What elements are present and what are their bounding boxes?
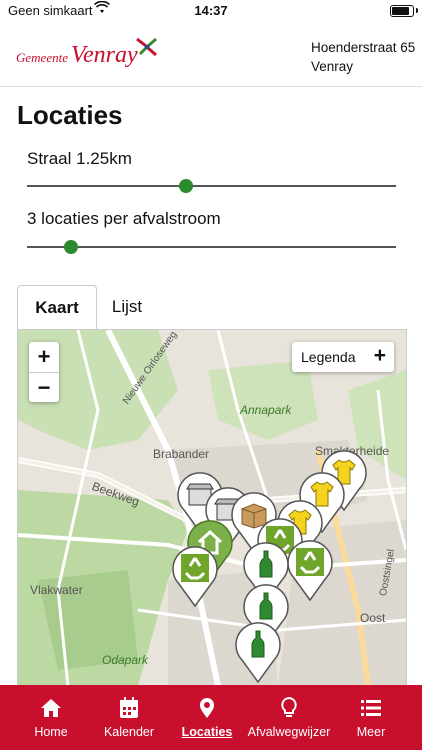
count-slider-track bbox=[27, 246, 396, 248]
map-label-annapark: Annapark bbox=[240, 403, 292, 417]
app-header: Gemeente Venray Hoenderstraat 65 Venray bbox=[0, 22, 422, 87]
lightbulb-icon bbox=[281, 696, 297, 717]
nav-home[interactable]: Home bbox=[14, 685, 88, 750]
page-title: Locaties bbox=[17, 100, 123, 130]
map-label-oost: Oost bbox=[360, 611, 386, 625]
calendar-icon bbox=[120, 697, 138, 718]
home-icon bbox=[41, 699, 61, 717]
logo-text-gemeente: Gemeente bbox=[16, 50, 68, 65]
nav-locaties-label: Locaties bbox=[181, 725, 233, 739]
count-slider[interactable] bbox=[27, 237, 396, 257]
tab-lijst[interactable]: Lijst bbox=[107, 285, 147, 329]
map-zoom-control: + − bbox=[29, 342, 59, 402]
recycle-icon bbox=[296, 548, 324, 576]
map-view[interactable]: Brabander Beekweg Annapark Smakterheide … bbox=[17, 329, 407, 687]
logo-text-venray: Venray bbox=[71, 42, 138, 68]
bottom-navigation: Home Kalender Locaties Afvalwegwijzer Me… bbox=[0, 685, 422, 750]
nav-afvalwegwijzer[interactable]: Afvalwegwijzer bbox=[244, 685, 334, 750]
nav-home-label: Home bbox=[34, 725, 68, 739]
map-marker-glass[interactable] bbox=[232, 620, 284, 684]
zoom-out-button[interactable]: − bbox=[29, 373, 59, 403]
nav-kalender-label: Kalender bbox=[103, 725, 155, 739]
address-block: Hoenderstraat 65 Venray bbox=[311, 38, 415, 76]
map-label-brabander: Brabander bbox=[153, 447, 210, 461]
bottle-icon bbox=[259, 550, 273, 578]
venray-logo[interactable]: Gemeente Venray bbox=[16, 36, 176, 76]
zoom-in-button[interactable]: + bbox=[29, 342, 59, 373]
clock: 14:37 bbox=[194, 3, 228, 18]
legend-expand-icon: + bbox=[373, 344, 386, 367]
address-street: Hoenderstraat 65 bbox=[311, 40, 416, 55]
legend-button[interactable]: Legenda + bbox=[292, 342, 394, 372]
location-pin-icon bbox=[200, 698, 214, 718]
radius-slider-thumb[interactable] bbox=[178, 179, 193, 193]
nav-meer-label: Meer bbox=[356, 725, 386, 739]
menu-icon bbox=[361, 700, 381, 716]
nav-meer[interactable]: Meer bbox=[334, 685, 408, 750]
radius-slider-track bbox=[27, 185, 396, 187]
map-marker-recycle[interactable] bbox=[169, 544, 221, 608]
bottle-icon bbox=[251, 630, 265, 658]
address-city: Venray bbox=[311, 59, 354, 74]
map-label-vlakwater: Vlakwater bbox=[30, 583, 83, 597]
recycle-icon bbox=[181, 554, 209, 582]
nav-afvalwegwijzer-label: Afvalwegwijzer bbox=[247, 725, 331, 739]
nav-kalender[interactable]: Kalender bbox=[92, 685, 166, 750]
count-label: 3 locaties per afvalstroom bbox=[27, 209, 221, 228]
radius-label: Straal 1.25km bbox=[27, 149, 132, 168]
map-label-odapark: Odapark bbox=[102, 653, 149, 667]
battery-icon bbox=[390, 5, 418, 17]
legend-label: Legenda bbox=[301, 349, 356, 365]
bottle-icon bbox=[259, 592, 273, 620]
radius-slider[interactable] bbox=[27, 176, 396, 196]
nav-locaties[interactable]: Locaties bbox=[170, 685, 244, 750]
count-slider-thumb[interactable] bbox=[64, 240, 79, 254]
status-bar: Geen simkaart 14:37 bbox=[0, 0, 422, 22]
tab-kaart[interactable]: Kaart bbox=[17, 285, 97, 330]
view-tabs: Kaart Lijst bbox=[17, 285, 405, 330]
logo-mark-icon bbox=[136, 37, 157, 57]
